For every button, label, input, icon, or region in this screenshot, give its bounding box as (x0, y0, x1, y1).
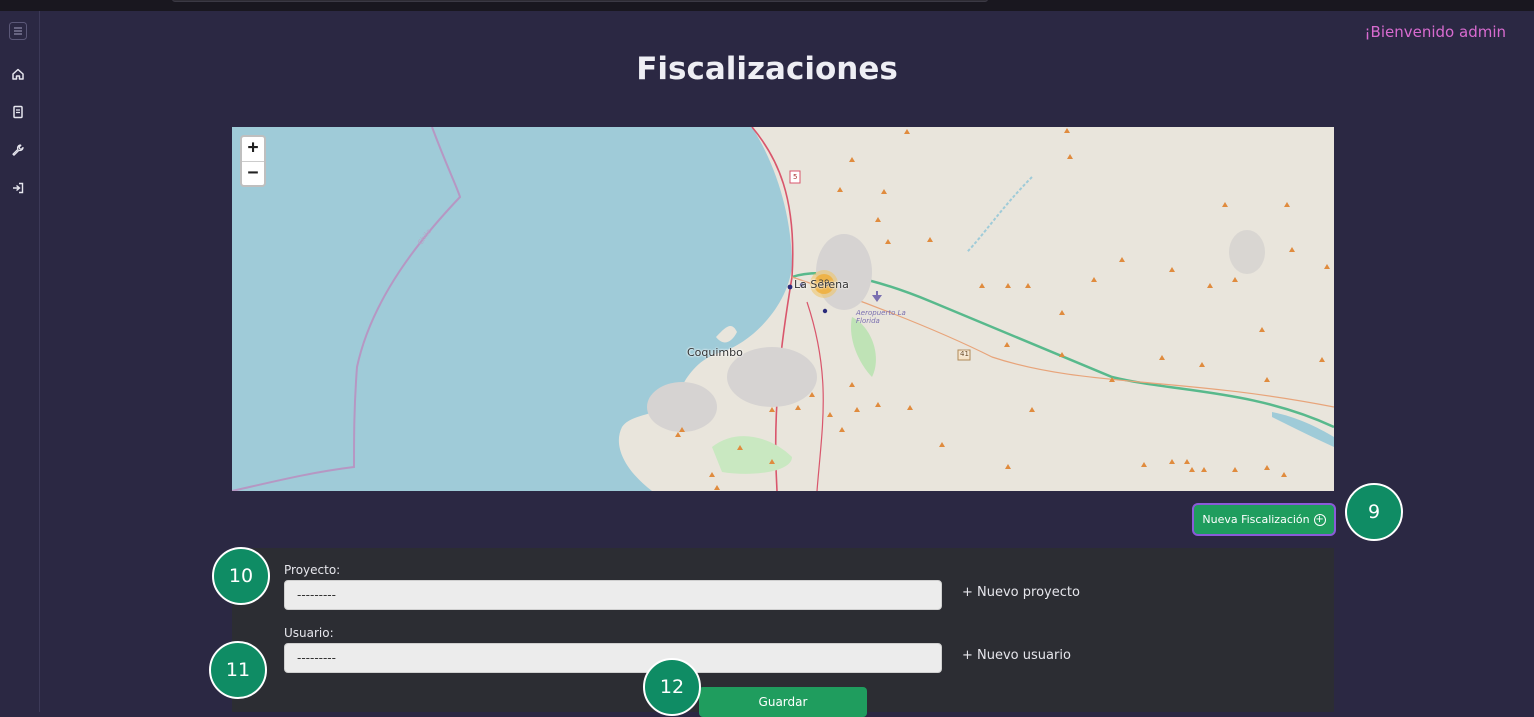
annotation-badge-9: 9 (1345, 483, 1403, 541)
menu-icon[interactable] (8, 21, 28, 41)
new-inspection-button[interactable]: Nueva Fiscalización + (1194, 505, 1334, 534)
new-project-link[interactable]: + Nuevo proyecto (962, 585, 1080, 600)
project-select[interactable]: --------- (284, 580, 942, 610)
project-label: Proyecto: (284, 563, 341, 577)
map-label-la-serena: La Serena (794, 278, 849, 291)
annotation-badge-10: 10 (212, 547, 270, 605)
map-label-coquimbo: Coquimbo (687, 346, 743, 359)
map-label-airport: Aeropuerto La Florida (856, 309, 906, 325)
save-button[interactable]: Guardar (699, 687, 867, 717)
user-select[interactable]: --------- (284, 643, 942, 673)
user-label: Usuario: (284, 626, 334, 640)
annotation-badge-11: 11 (209, 641, 267, 699)
welcome-message: ¡Bienvenido admin (1364, 23, 1506, 41)
zoom-out-button[interactable]: − (242, 161, 264, 185)
map-label-route-41: 41 (960, 350, 969, 358)
zoom-control: + − (240, 135, 266, 187)
zoom-in-button[interactable]: + (242, 137, 264, 161)
map-view[interactable]: + − 39 Coquimbo La Serena Aeropuerto La … (232, 127, 1334, 491)
wrench-icon[interactable] (8, 140, 28, 160)
logout-icon[interactable] (8, 178, 28, 198)
browser-top-strip (0, 0, 1534, 11)
inspection-form: Proyecto: --------- + Nuevo proyecto Usu… (232, 548, 1334, 717)
plus-circle-icon: + (1313, 513, 1326, 526)
map-tiles (232, 127, 1334, 491)
sidebar (0, 11, 40, 712)
new-user-link[interactable]: + Nuevo usuario (962, 648, 1071, 663)
map-label-route-5: 5 (793, 173, 798, 181)
address-bar[interactable] (172, 0, 988, 2)
document-icon[interactable] (8, 102, 28, 122)
new-inspection-label: Nueva Fiscalización (1202, 513, 1310, 526)
page-title: Fiscalizaciones (636, 51, 898, 87)
annotation-badge-12: 12 (643, 658, 701, 716)
